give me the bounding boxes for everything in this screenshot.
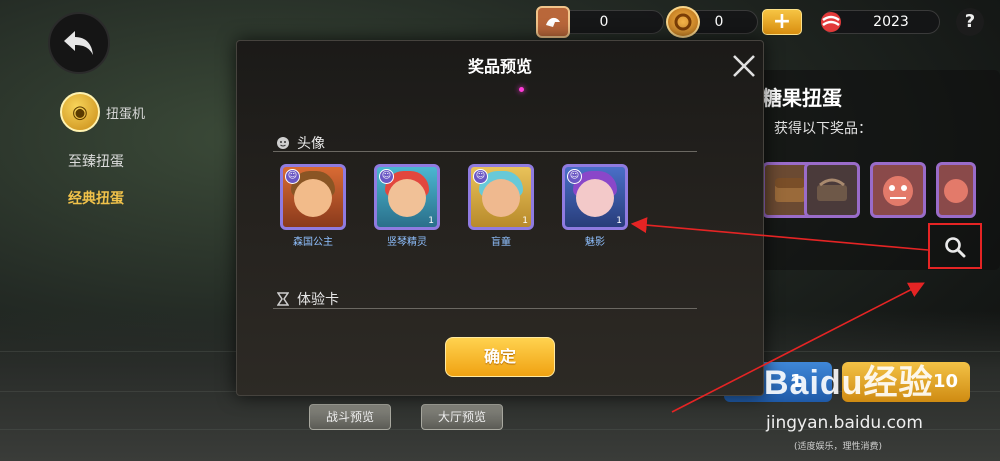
avatar-frame: ☺ 1	[374, 164, 440, 230]
sidebar-item-classic-gacha[interactable]: 经典扭蛋	[68, 188, 124, 208]
confirm-button[interactable]: 确定	[445, 337, 555, 377]
avatar-badge-icon: ☺	[473, 169, 488, 184]
close-button[interactable]	[731, 53, 757, 79]
annotation-highlight-box	[928, 223, 982, 269]
avatar-badge-icon: ☺	[567, 169, 582, 184]
prize-preview-dialog: 奖品预览 头像 ☺ 森国公主 ☺ 1 竖琴精灵 ☺ 1 盲童 ☺ 1 魅影 体验…	[236, 40, 764, 396]
hourglass-icon	[275, 291, 291, 307]
avatar-frame: ☺	[280, 164, 346, 230]
back-arrow-icon	[64, 31, 93, 55]
help-button[interactable]: ?	[956, 8, 984, 36]
section-avatar-header: 头像	[275, 133, 325, 153]
add-currency-button[interactable]: +	[762, 9, 802, 35]
avatar-badge-icon: ☺	[379, 169, 394, 184]
prize-thumb-basket	[804, 162, 860, 218]
avatar-count: 1	[522, 216, 528, 226]
watermark-slogan: (适度娱乐，理性消费)	[794, 442, 883, 452]
avatar-frame: ☺ 1	[468, 164, 534, 230]
avatar-badge-icon: ☺	[285, 169, 300, 184]
close-icon	[733, 55, 755, 77]
avatar-item-phantom[interactable]: ☺ 1 魅影	[562, 164, 628, 248]
avatar-name: 森国公主	[293, 237, 333, 248]
gacha-machine-title: 扭蛋机	[106, 106, 146, 122]
back-button[interactable]	[48, 12, 110, 74]
section-avatar-title: 头像	[297, 136, 325, 152]
baidu-jingyan-watermark: Baidu经验 jingyan.baidu.com (适度娱乐，理性消费)	[764, 355, 984, 455]
smiley-icon	[275, 135, 291, 151]
candy-icon	[814, 6, 848, 38]
prize-thumb-dragon	[870, 162, 926, 218]
battle-preview-button[interactable]: 战斗预览	[309, 404, 391, 430]
gacha-panel-title: 糖果扭蛋	[762, 86, 842, 110]
decor-sparkle	[519, 87, 524, 92]
avatar-item-forest-princess[interactable]: ☺ 森国公主	[280, 164, 346, 248]
avatar-frame: ☺ 1	[562, 164, 628, 230]
dialog-title: 奖品预览	[467, 57, 532, 76]
donut-icon	[666, 6, 700, 38]
section-card-title: 体验卡	[297, 292, 339, 308]
lobby-preview-button[interactable]: 大厅预览	[421, 404, 503, 430]
top-resource-bar: 0 0 + 2023 ?	[530, 6, 990, 38]
gacha-panel-subtitle: 获得以下奖品：	[774, 121, 872, 137]
avatar-count: 1	[616, 216, 622, 226]
section-card-header: 体验卡	[275, 289, 339, 309]
prize-thumb-dragon-2	[936, 162, 976, 218]
watermark-url: jingyan.baidu.com	[766, 413, 923, 433]
avatar-item-blind-child[interactable]: ☺ 1 盲童	[468, 164, 534, 248]
section-divider	[273, 151, 697, 152]
avatar-count: 1	[428, 216, 434, 226]
section-divider	[273, 308, 697, 309]
gacha-machine-icon: ◉	[60, 92, 100, 132]
avatar-name: 魅影	[585, 237, 605, 248]
avatar-item-harp-spirit[interactable]: ☺ 1 竖琴精灵	[374, 164, 440, 248]
avatar-name: 竖琴精灵	[387, 237, 427, 248]
sidebar-item-premium-gacha[interactable]: 至臻扭蛋	[68, 151, 124, 171]
watermark-logo: Baidu经验	[764, 364, 934, 402]
gacha-machine-header: ◉ 扭蛋机	[60, 92, 145, 132]
avatar-name: 盲童	[491, 237, 511, 248]
ticket-icon	[536, 6, 570, 38]
candy-value: 2023	[873, 14, 909, 30]
